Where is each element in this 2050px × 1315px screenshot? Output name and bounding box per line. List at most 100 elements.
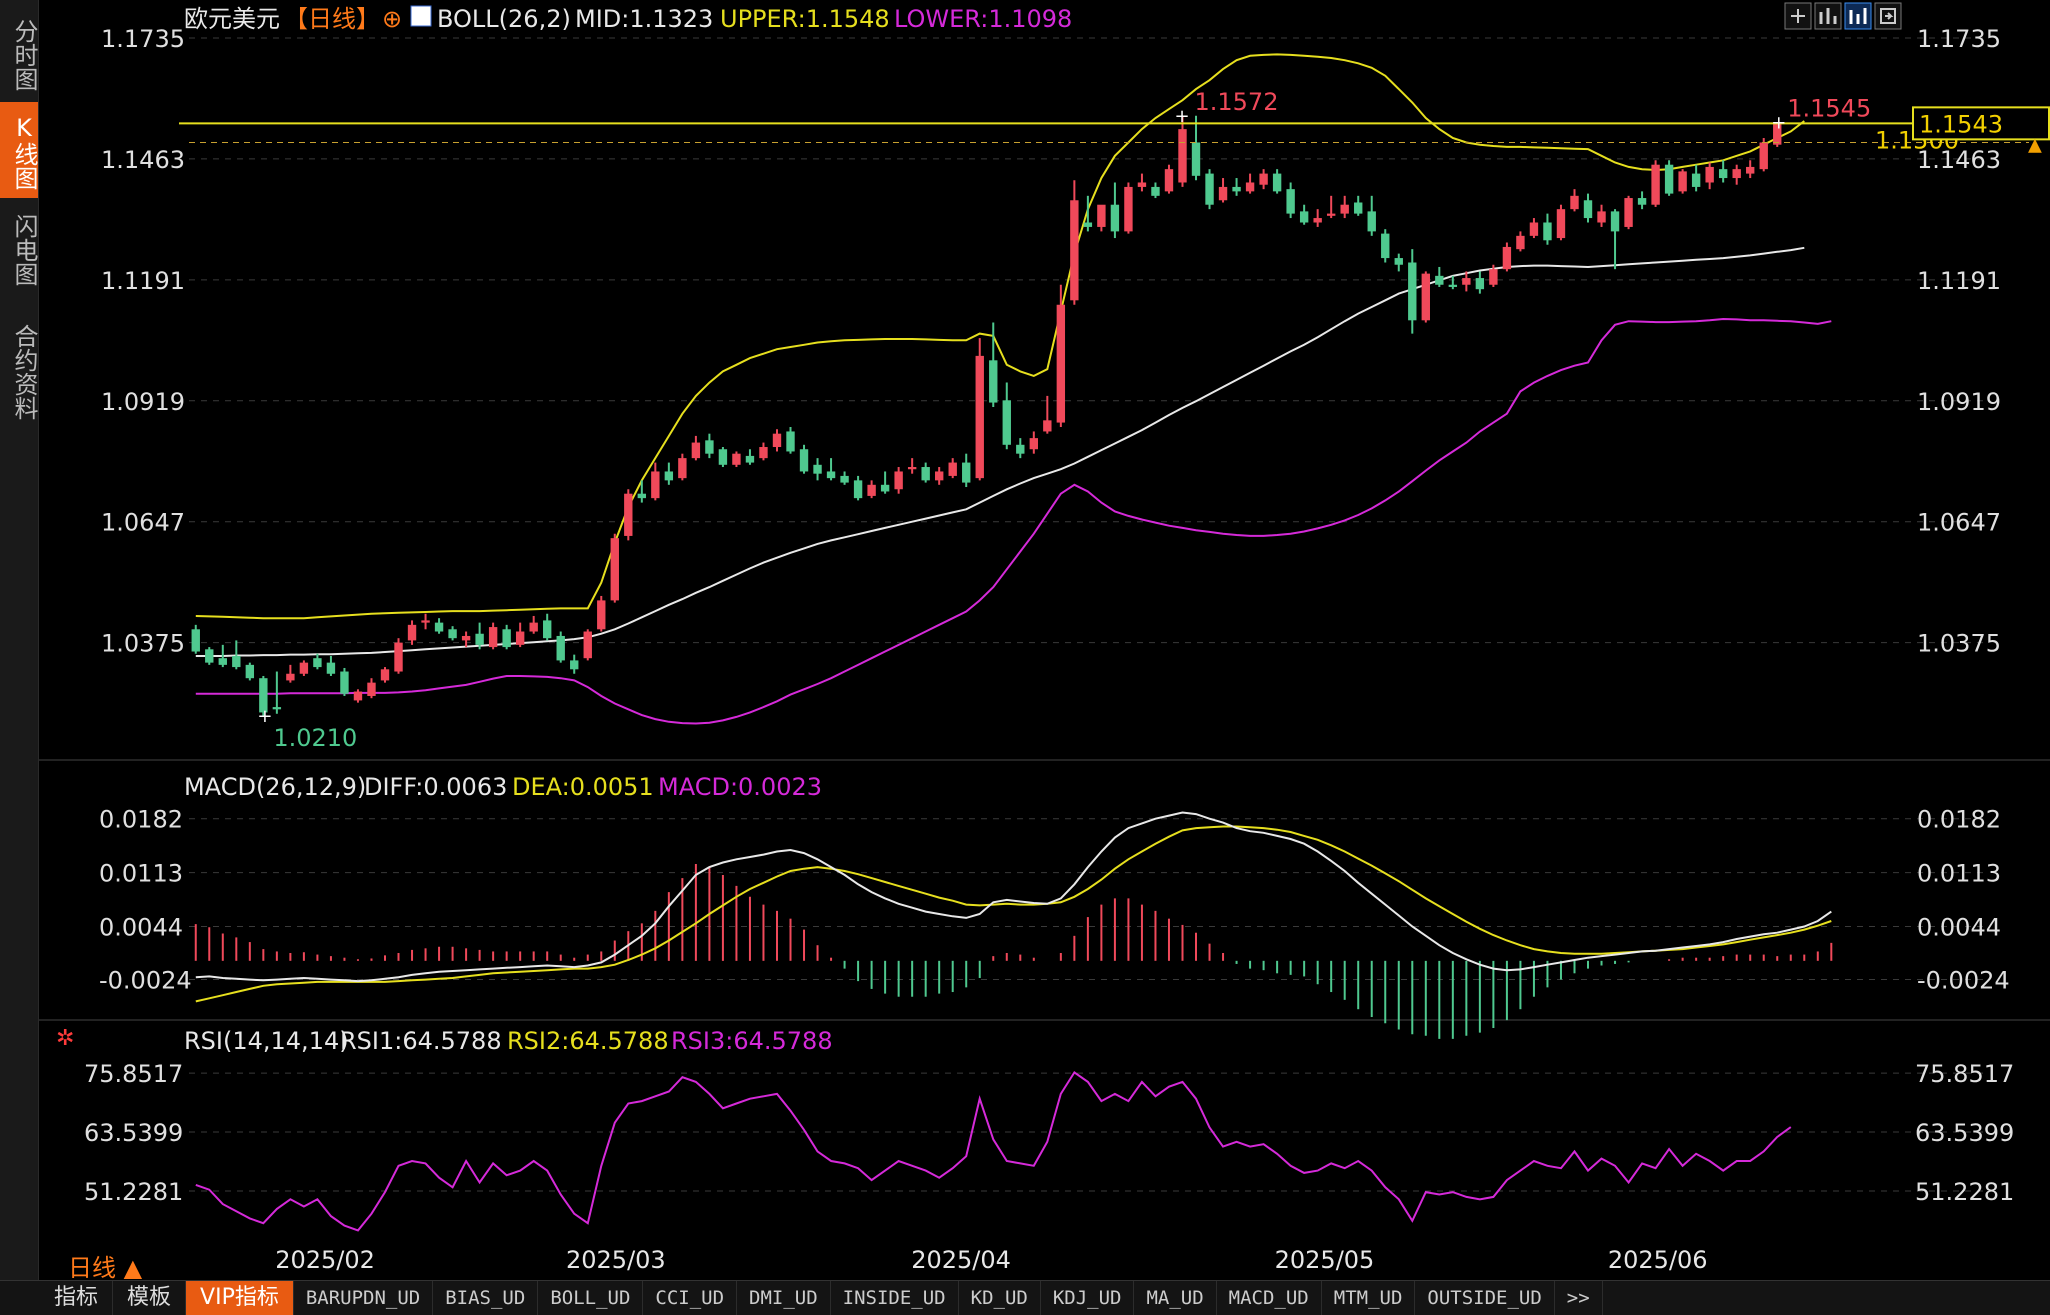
tab-more[interactable]: >>: [1555, 1281, 1603, 1315]
candle-body: [232, 655, 241, 668]
low-price-annotation: 1.0210: [273, 724, 357, 752]
candle-body: [1002, 400, 1011, 445]
candle-body: [1218, 186, 1228, 201]
candle-body: [556, 635, 565, 661]
price-tick-label-right: 1.1735: [1917, 25, 2001, 53]
candle-body: [488, 627, 498, 648]
macd-value-label: MACD:0.0023: [658, 773, 822, 801]
macd-diff-line: [195, 811, 1832, 983]
rsi-tick-label-right: 63.5399: [1915, 1119, 2014, 1147]
chart-toolbar: [1784, 2, 1902, 30]
tab-kd[interactable]: KD_UD: [959, 1281, 1041, 1315]
sidebar-item-kline-chart[interactable]: K线图: [0, 102, 38, 198]
candle-body: [989, 360, 998, 403]
chart-area[interactable]: 欧元美元 【日线】 ⊕ BOLL(26,2) MID:1.1323 UPPER:…: [39, 0, 2050, 1280]
candle-body: [367, 682, 376, 696]
x-axis-date-label: 2025/05: [1275, 1246, 1375, 1274]
candle-body: [1313, 218, 1322, 223]
candle-body: [1259, 173, 1268, 185]
macd-tick-label-left: 0.0113: [99, 860, 183, 888]
rsi-panel: 75.8517 75.8517 63.5399 63.5399 51.2281 51.22…: [84, 1060, 2014, 1232]
price-tick-label-left: 1.1735: [101, 25, 185, 53]
candle-body: [1408, 262, 1417, 321]
boll-lower-label: LOWER:1.1098: [894, 5, 1072, 33]
candle-body: [1570, 195, 1579, 210]
candle-body: [637, 493, 647, 499]
tab-macd[interactable]: MACD_UD: [1217, 1281, 1322, 1315]
tab-vip-indicators[interactable]: VIP指标: [186, 1281, 294, 1315]
candle-body: [1164, 169, 1174, 192]
candle-body: [1489, 269, 1498, 285]
macd-tick-label-left: 0.0044: [99, 913, 183, 941]
candle-body: [907, 467, 917, 470]
candle-body: [1664, 164, 1674, 194]
sidebar-item-contract-info[interactable]: 合约资料: [0, 308, 38, 432]
tab-bias[interactable]: BIAS_UD: [433, 1281, 539, 1315]
candle-body: [1205, 173, 1214, 205]
candle-body: [1354, 202, 1363, 214]
candle-body: [935, 471, 944, 481]
candle-body: [1151, 186, 1160, 196]
tab-ma[interactable]: MA_UD: [1134, 1281, 1217, 1315]
candle-body: [1272, 173, 1282, 192]
tab-outside[interactable]: OUTSIDE_UD: [1415, 1281, 1555, 1315]
candle-body: [867, 484, 876, 496]
candle-body: [691, 442, 701, 459]
candle-body: [286, 673, 295, 681]
rsi3-label: RSI3:64.5788: [671, 1027, 833, 1055]
x-axis-date-label: 2025/02: [275, 1246, 375, 1274]
candle-body: [826, 471, 836, 479]
tab-inside[interactable]: INSIDE_UD: [831, 1281, 959, 1315]
candle-body: [1178, 129, 1187, 183]
sidebar-item-time-chart[interactable]: 分时图: [0, 6, 38, 100]
rsi-tick-label-right: 51.2281: [1915, 1178, 2014, 1206]
candle-body: [1597, 211, 1606, 223]
candle-body: [732, 453, 741, 465]
price-tick-label-left: 1.0375: [101, 630, 185, 658]
price-tick-label-right: 1.0375: [1917, 630, 2001, 658]
candle-body: [718, 449, 728, 465]
candle-body: [1124, 186, 1133, 232]
indicator-name: BOLL(26,2): [437, 5, 571, 33]
tab-kdj[interactable]: KDJ_UD: [1041, 1281, 1135, 1315]
tab-dmi[interactable]: DMI_UD: [737, 1281, 831, 1315]
candle-body: [610, 538, 619, 601]
settings-gear-icon[interactable]: ✲: [56, 1026, 74, 1051]
price-alert-arrow-icon: ▲: [2028, 134, 2042, 155]
high-price-annotation: 1.1572: [1194, 88, 1278, 116]
rsi-tick-label-right: 75.8517: [1915, 1060, 2014, 1088]
tab-barupdn[interactable]: BARUPDN_UD: [294, 1281, 434, 1315]
candle-body: [1286, 189, 1295, 214]
candle-body: [624, 493, 633, 536]
candle-body: [1529, 222, 1539, 236]
current-price-label: 1.1543: [1919, 110, 2003, 138]
macd-title: MACD(26,12,9): [184, 773, 366, 801]
candle-body: [1718, 169, 1728, 179]
candle-body: [570, 660, 579, 670]
tab-indicators[interactable]: 指标: [40, 1281, 114, 1315]
tab-boll[interactable]: BOLL_UD: [538, 1281, 644, 1315]
boll-upper-label: UPPER:1.1548: [720, 5, 890, 33]
candle-body: [1705, 166, 1714, 183]
candle-body: [1299, 211, 1309, 223]
rsi-tick-label-left: 63.5399: [84, 1119, 183, 1147]
x-axis-date-label: 2025/04: [911, 1246, 1011, 1274]
tab-mtm[interactable]: MTM_UD: [1322, 1281, 1416, 1315]
candle-body: [1016, 444, 1025, 454]
sidebar-item-flash-chart[interactable]: 闪电图: [0, 200, 38, 296]
candle-body: [1394, 258, 1403, 265]
candle-body: [394, 642, 403, 672]
x-axis-date-label: 2025/03: [566, 1246, 666, 1274]
x-axis-date-label: 2025/06: [1608, 1246, 1708, 1274]
tab-templates[interactable]: 模板: [113, 1281, 187, 1315]
candle-body: [407, 624, 417, 641]
tab-cci[interactable]: CCI_UD: [643, 1281, 738, 1315]
period-selector[interactable]: 日线 ▲: [68, 1248, 142, 1283]
candle-body: [475, 633, 484, 645]
candle-body: [502, 629, 511, 648]
candle-body: [1340, 204, 1349, 214]
price-tick-label-left: 1.0647: [101, 509, 185, 537]
candle-body: [813, 464, 822, 474]
add-icon[interactable]: ⊕: [382, 5, 402, 33]
left-sidebar: 分时图 K线图 闪电图 合约资料: [0, 0, 39, 1280]
